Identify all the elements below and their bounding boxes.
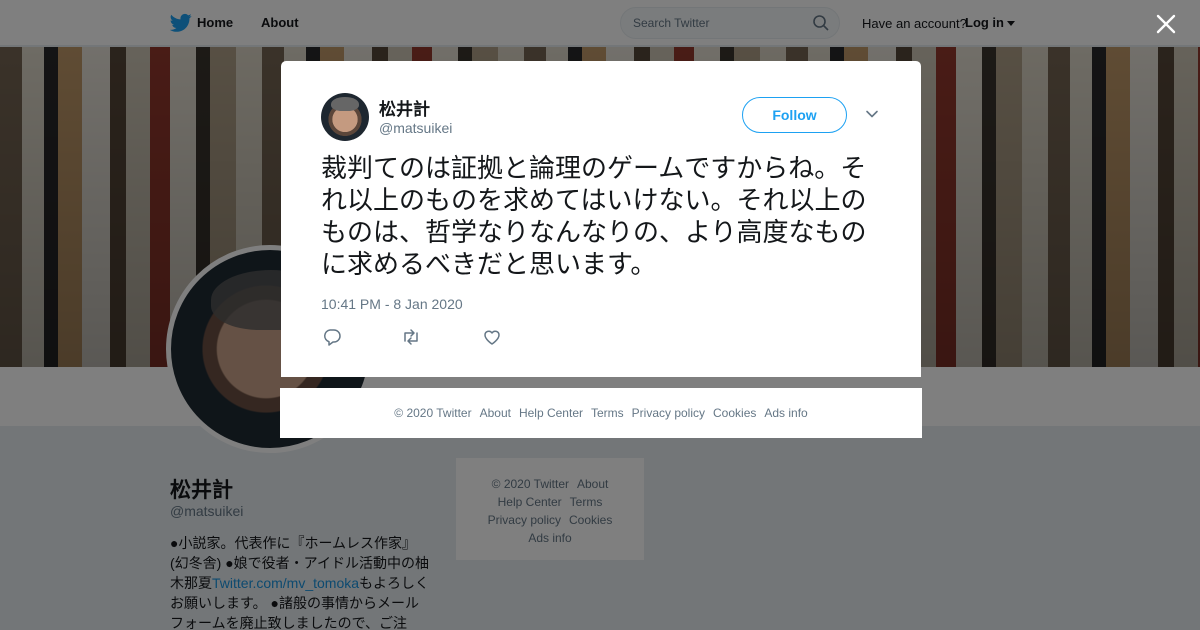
footer-terms-link[interactable]: Terms: [591, 406, 624, 420]
modal-footer-links: © 2020 Twitter About Help Center Terms Priva…: [280, 388, 922, 438]
tweet-text: 裁判てのは証拠と論理のゲームですからね。それ以上のものを求めてはいけない。それ以…: [321, 154, 867, 280]
tweet-author-avatar[interactable]: [321, 93, 369, 141]
like-heart-icon[interactable]: [482, 327, 502, 347]
footer-help-link[interactable]: Help Center: [519, 406, 583, 420]
footer-copyright: © 2020 Twitter: [394, 406, 472, 420]
close-icon[interactable]: [1154, 12, 1178, 36]
retweet-icon[interactable]: [401, 327, 421, 347]
tweet-author-handle[interactable]: @matsuikei: [379, 120, 452, 136]
chevron-down-icon[interactable]: [865, 109, 879, 119]
footer-cookies-link[interactable]: Cookies: [713, 406, 756, 420]
tweet-timestamp[interactable]: 10:41 PM - 8 Jan 2020: [321, 296, 463, 312]
footer-privacy-link[interactable]: Privacy policy: [632, 406, 705, 420]
footer-about-link[interactable]: About: [480, 406, 511, 420]
tweet-author-name[interactable]: 松井計: [379, 95, 430, 120]
follow-button[interactable]: Follow: [742, 97, 847, 133]
reply-icon[interactable]: [322, 327, 342, 347]
footer-ads-link[interactable]: Ads info: [764, 406, 807, 420]
tweet-modal: 松井計 @matsuikei Follow 裁判てのは証拠と論理のゲームですから…: [281, 61, 921, 377]
